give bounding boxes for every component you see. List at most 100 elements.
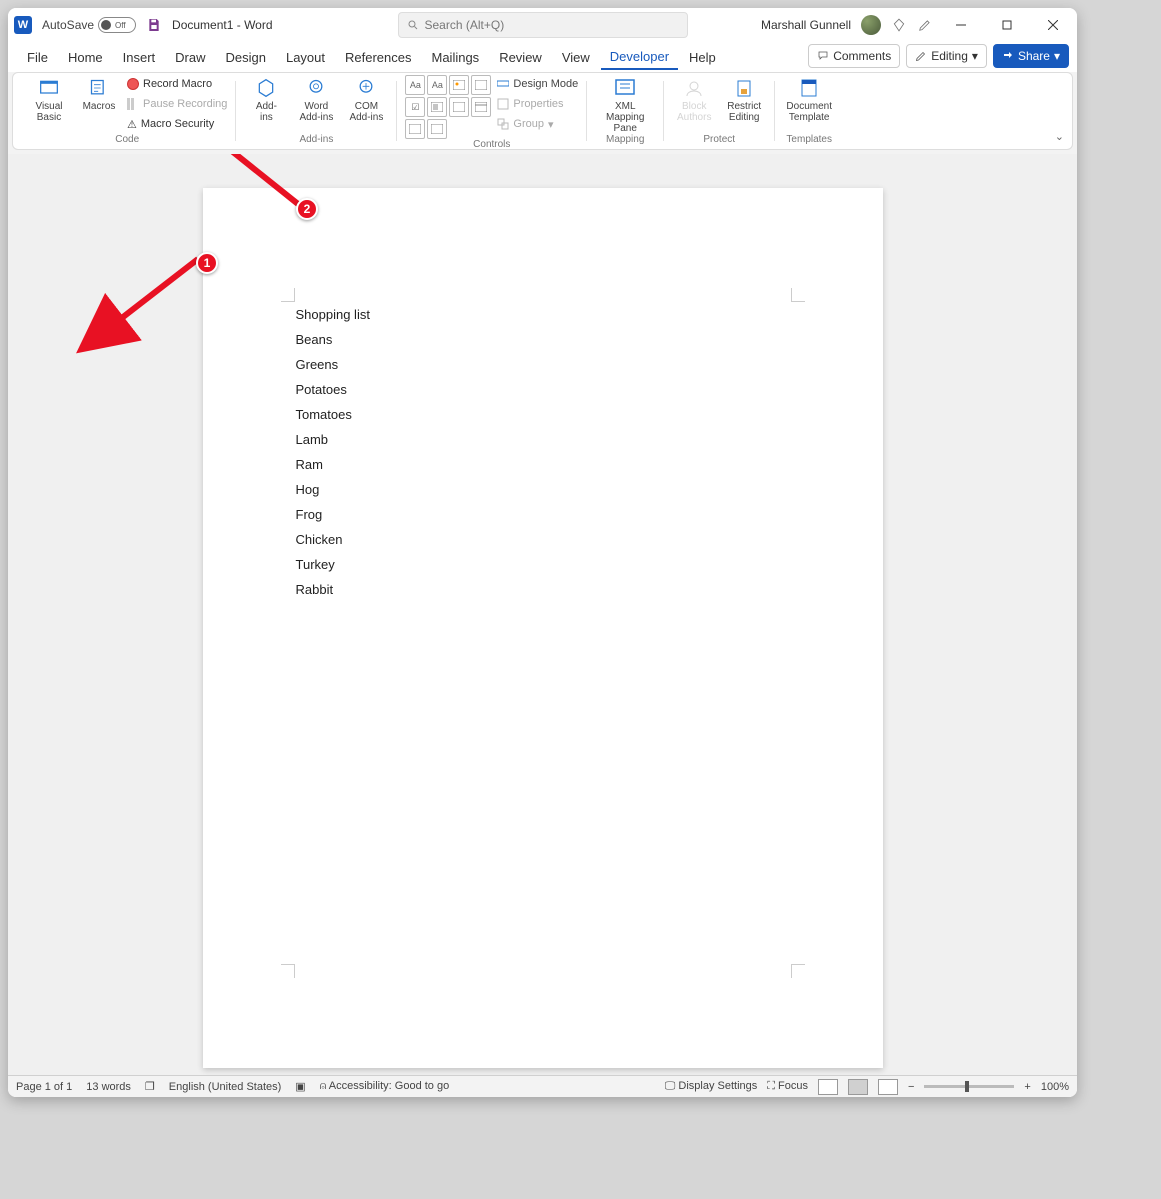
doc-line[interactable]: Greens <box>296 352 370 377</box>
tab-design[interactable]: Design <box>217 46 275 69</box>
zoom-in-button[interactable]: + <box>1024 1081 1030 1093</box>
legacy-tools-icon[interactable] <box>427 119 447 139</box>
autosave-toggle[interactable]: Off <box>98 17 136 33</box>
doc-line[interactable]: Chicken <box>296 527 370 552</box>
doc-line[interactable]: Hog <box>296 477 370 502</box>
save-icon[interactable] <box>146 17 162 33</box>
word-count[interactable]: 13 words <box>86 1081 131 1093</box>
dropdown-control-icon[interactable] <box>449 97 469 117</box>
xml-mapping-button[interactable]: XML Mapping Pane <box>595 75 655 134</box>
zoom-slider[interactable] <box>924 1085 1014 1088</box>
document-title: Document1 - Word <box>172 18 272 32</box>
chevron-down-icon: ▾ <box>548 118 554 131</box>
ribbon-collapse-icon[interactable]: ⌄ <box>1055 130 1064 143</box>
chevron-down-icon: ▾ <box>1054 49 1060 63</box>
ruler-icon <box>497 78 509 90</box>
user-avatar[interactable] <box>861 15 881 35</box>
status-bar: Page 1 of 1 13 words ❐ English (United S… <box>8 1075 1077 1097</box>
doc-line[interactable]: Tomatoes <box>296 402 370 427</box>
group-code: Visual Basic Macros Record Macro Pause R… <box>19 75 235 147</box>
macro-status-icon[interactable]: ▣ <box>295 1080 305 1093</box>
web-layout-view-icon[interactable] <box>878 1079 898 1095</box>
tab-help[interactable]: Help <box>680 46 725 69</box>
display-settings-button[interactable]: 🖵 Display Settings <box>665 1080 758 1093</box>
ribbon-developer: Visual Basic Macros Record Macro Pause R… <box>12 72 1073 150</box>
print-layout-view-icon[interactable] <box>848 1079 868 1095</box>
close-button[interactable] <box>1035 11 1071 39</box>
search-icon <box>407 19 419 31</box>
document-page[interactable]: Shopping list Beans Greens Potatoes Toma… <box>203 188 883 1068</box>
tab-file[interactable]: File <box>18 46 57 69</box>
building-block-control-icon[interactable] <box>471 75 491 95</box>
search-input[interactable]: Search (Alt+Q) <box>398 12 688 38</box>
editing-label: Editing <box>931 49 968 63</box>
doc-line[interactable]: Turkey <box>296 552 370 577</box>
zoom-level[interactable]: 100% <box>1041 1081 1069 1093</box>
addins-button[interactable]: Add- ins <box>244 75 288 123</box>
doc-line[interactable]: Lamb <box>296 427 370 452</box>
page-indicator[interactable]: Page 1 of 1 <box>16 1081 72 1093</box>
tab-view[interactable]: View <box>553 46 599 69</box>
share-icon <box>1002 50 1014 62</box>
doc-line[interactable]: Ram <box>296 452 370 477</box>
visual-basic-button[interactable]: Visual Basic <box>27 75 71 123</box>
share-button[interactable]: Share ▾ <box>993 44 1069 68</box>
tab-draw[interactable]: Draw <box>166 46 214 69</box>
xml-icon <box>614 78 636 98</box>
repeating-section-control-icon[interactable] <box>405 119 425 139</box>
read-mode-view-icon[interactable] <box>818 1079 838 1095</box>
word-addins-button[interactable]: Word Add-ins <box>294 75 338 123</box>
share-label: Share <box>1018 49 1050 63</box>
document-body[interactable]: Shopping list Beans Greens Potatoes Toma… <box>296 302 370 602</box>
date-picker-control-icon[interactable] <box>471 97 491 117</box>
macro-security-button[interactable]: ⚠Macro Security <box>127 115 227 133</box>
combo-box-control-icon[interactable] <box>427 97 447 117</box>
zoom-slider-thumb[interactable] <box>965 1081 969 1092</box>
tab-mailings[interactable]: Mailings <box>423 46 489 69</box>
tab-layout[interactable]: Layout <box>277 46 334 69</box>
macro-security-label: Macro Security <box>141 118 214 130</box>
checkbox-control-icon[interactable]: ☑ <box>405 97 425 117</box>
tab-review[interactable]: Review <box>490 46 551 69</box>
focus-button[interactable]: ⛶ Focus <box>767 1080 808 1093</box>
user-name[interactable]: Marshall Gunnell <box>761 18 851 32</box>
diamond-icon[interactable] <box>891 17 907 33</box>
picture-control-icon[interactable] <box>449 75 469 95</box>
restrict-editing-button[interactable]: Restrict Editing <box>722 75 766 123</box>
plain-text-control-icon[interactable]: Aa <box>427 75 447 95</box>
maximize-button[interactable] <box>989 11 1025 39</box>
tab-insert[interactable]: Insert <box>114 46 165 69</box>
focus-label: Focus <box>778 1080 808 1092</box>
record-macro-button[interactable]: Record Macro <box>127 75 227 93</box>
design-mode-button[interactable]: Design Mode <box>497 75 578 93</box>
zoom-out-button[interactable]: − <box>908 1081 914 1093</box>
tab-references[interactable]: References <box>336 46 420 69</box>
chevron-down-icon: ▾ <box>972 49 978 63</box>
pen-icon[interactable] <box>917 17 933 33</box>
doc-line[interactable]: Rabbit <box>296 577 370 602</box>
doc-line[interactable]: Shopping list <box>296 302 370 327</box>
tab-home[interactable]: Home <box>59 46 112 69</box>
rich-text-control-icon[interactable]: Aa <box>405 75 425 95</box>
doc-line[interactable]: Beans <box>296 327 370 352</box>
margin-mark <box>281 964 295 978</box>
document-template-button[interactable]: Document Template <box>783 75 835 123</box>
document-workspace[interactable]: Shopping list Beans Greens Potatoes Toma… <box>8 154 1077 1097</box>
editing-button[interactable]: Editing ▾ <box>906 44 987 68</box>
accessibility-status[interactable]: ⍝ Accessibility: Good to go <box>320 1080 450 1093</box>
doc-line[interactable]: Frog <box>296 502 370 527</box>
macros-label: Macros <box>83 101 116 112</box>
lock-icon <box>733 78 755 98</box>
menu-bar: File Home Insert Draw Design Layout Refe… <box>8 42 1077 72</box>
macros-button[interactable]: Macros <box>77 75 121 112</box>
language-indicator[interactable]: English (United States) <box>169 1081 282 1093</box>
com-addins-button[interactable]: COM Add-ins <box>344 75 388 123</box>
minimize-button[interactable] <box>943 11 979 39</box>
text-predictions-icon[interactable]: ❐ <box>145 1080 155 1093</box>
pause-recording-button: Pause Recording <box>127 95 227 113</box>
tab-developer[interactable]: Developer <box>601 45 678 70</box>
visual-basic-label: Visual Basic <box>35 101 62 123</box>
title-bar: W AutoSave Off Document1 - Word Search (… <box>8 8 1077 42</box>
doc-line[interactable]: Potatoes <box>296 377 370 402</box>
comments-button[interactable]: Comments <box>808 44 900 68</box>
